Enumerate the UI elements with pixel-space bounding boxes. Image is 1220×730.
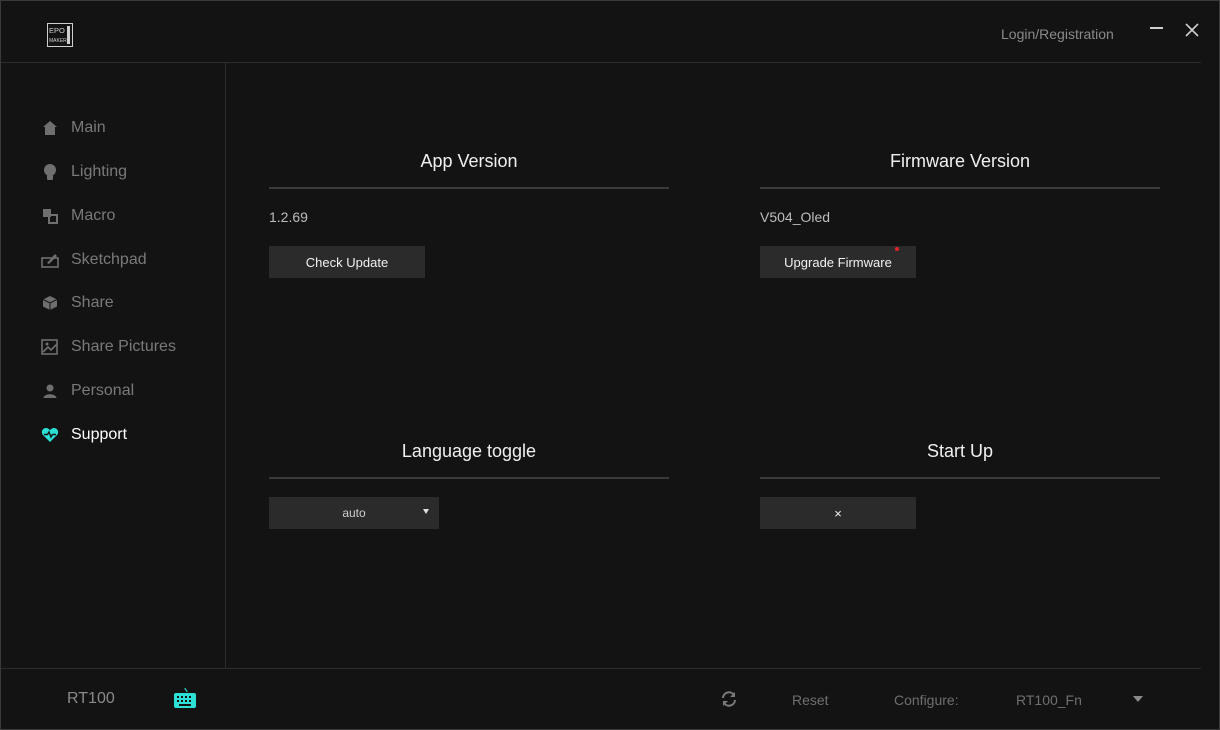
picture-icon [41, 338, 59, 356]
language-toggle-divider [269, 477, 669, 479]
close-icon[interactable] [1184, 22, 1200, 38]
svg-text:EPO: EPO [49, 26, 65, 35]
login-registration-link[interactable]: Login/Registration [1001, 26, 1114, 42]
sidebar-item-label: Main [71, 119, 106, 136]
home-icon [41, 119, 59, 137]
check-update-button[interactable]: Check Update [269, 246, 425, 278]
sidebar-item-macro[interactable]: Macro [41, 205, 115, 227]
sidebar-item-label: Lighting [71, 163, 128, 180]
svg-text:MAKER: MAKER [49, 38, 67, 44]
app-version-value: 1.2.69 [269, 209, 308, 225]
sidebar-item-share-pictures[interactable]: Share Pictures [41, 336, 176, 358]
firmware-version-value: V504_Oled [760, 209, 831, 225]
startup-title: Start Up [926, 441, 994, 461]
firmware-version-divider [760, 187, 1160, 189]
user-icon [41, 382, 59, 400]
epomaker-logo: EPO MAKER [47, 23, 73, 47]
update-notification-dot [895, 247, 899, 251]
startup-divider [760, 477, 1160, 479]
reset-button[interactable]: Reset [792, 692, 829, 708]
upgrade-firmware-button[interactable]: Upgrade Firmware [760, 246, 916, 278]
sidebar-item-lighting[interactable]: Lighting [41, 161, 127, 183]
keyboard-icon[interactable] [173, 687, 197, 711]
sketchpad-icon [41, 251, 59, 269]
language-select-value: auto [342, 506, 366, 520]
startup-toggle[interactable]: × [760, 497, 916, 529]
sidebar-item-label: Sketchpad [71, 251, 147, 268]
refresh-icon[interactable] [720, 690, 738, 708]
macro-icon [41, 207, 59, 225]
sidebar-item-sketchpad[interactable]: Sketchpad [41, 249, 147, 271]
sidebar-item-label: Macro [71, 207, 116, 224]
dropdown-arrow-icon [423, 509, 429, 514]
sidebar-divider [225, 63, 226, 668]
device-model-label: RT100 [67, 690, 115, 707]
language-select[interactable]: auto [269, 497, 439, 529]
sidebar-item-label: Support [71, 426, 128, 443]
firmware-version-title: Firmware Version [889, 151, 1031, 171]
sidebar-item-label: Share [71, 294, 114, 311]
footer-divider [1, 668, 1201, 669]
bulb-icon [41, 163, 59, 181]
sidebar-item-personal[interactable]: Personal [41, 380, 134, 402]
sidebar-item-label: Personal [71, 382, 135, 399]
sidebar-item-share[interactable]: Share [41, 292, 114, 314]
heart-pulse-icon [41, 426, 59, 444]
minimize-icon[interactable] [1150, 21, 1164, 35]
configure-label: Configure: [894, 692, 959, 708]
sidebar-item-main[interactable]: Main [41, 117, 106, 139]
language-toggle-title: Language toggle [401, 441, 537, 461]
app-version-divider [269, 187, 669, 189]
cube-icon [41, 294, 59, 312]
chevron-down-icon[interactable] [1133, 696, 1143, 702]
sidebar-item-label: Share Pictures [71, 338, 176, 355]
header-divider [1, 62, 1201, 63]
app-version-title: App Version [420, 151, 518, 171]
sidebar-item-support[interactable]: Support [41, 424, 127, 446]
app-window: EPO MAKER Login/Registration Main Lighti… [0, 0, 1220, 730]
profile-select[interactable]: RT100_Fn [1016, 692, 1082, 708]
